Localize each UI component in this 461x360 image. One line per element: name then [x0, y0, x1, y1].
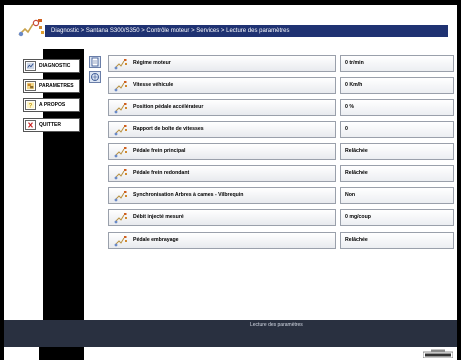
param-value: Relâchée	[340, 165, 454, 182]
param-value: 0 tr/min	[340, 55, 454, 72]
param-label: Régime moteur	[133, 60, 171, 66]
parameter-icon	[114, 236, 127, 247]
menu-item-quitter[interactable]: QUITTER	[23, 118, 80, 132]
param-label-cell: Débit injecté mesuré	[108, 209, 336, 226]
parameter-icon	[114, 213, 127, 224]
status-bar: Lecture des paramètres	[4, 320, 457, 347]
param-label: Synchronisation Arbres à cames - Vilbreq…	[133, 192, 244, 198]
menu-item-label: PARAMETRES	[39, 83, 74, 89]
parameter-icon	[114, 147, 127, 158]
param-label: Vitesse véhicule	[133, 82, 174, 88]
param-row: Pédale frein principal Relâchée	[108, 143, 454, 160]
close-icon	[25, 120, 36, 130]
param-label-cell: Pédale frein redondant	[108, 165, 336, 182]
param-label: Position pédale accélérateur	[133, 104, 204, 110]
parameter-icon	[114, 59, 127, 70]
menu-item-parametres[interactable]: PARAMETRES	[23, 79, 80, 93]
app-logo-icon	[18, 19, 44, 37]
parameter-icon	[114, 103, 127, 114]
tool-button-document[interactable]	[89, 56, 101, 68]
param-label-cell: Pédale embrayage	[108, 232, 336, 249]
menu-item-diagnostic[interactable]: DIAGNOSTIC	[23, 59, 80, 73]
diagnostic-icon	[25, 61, 36, 71]
app-header: Diagnostic > Santana S300/S350 > Contrôl…	[4, 5, 457, 50]
param-row: Régime moteur 0 tr/min	[108, 55, 454, 72]
menu-item-a-propos[interactable]: ? A PROPOS	[23, 98, 80, 112]
tool-button-network[interactable]	[89, 71, 101, 83]
parameter-icon	[114, 81, 127, 92]
param-row: Rapport de boîte de vitesses 0	[108, 121, 454, 138]
parameters-icon	[25, 81, 36, 91]
param-row: Synchronisation Arbres à cames - Vilbreq…	[108, 187, 454, 204]
param-label: Pédale embrayage	[133, 237, 179, 243]
param-label: Débit injecté mesuré	[133, 214, 184, 220]
param-value: 0 Km/h	[340, 77, 454, 94]
parameter-icon	[114, 169, 127, 180]
param-label-cell: Rapport de boîte de vitesses	[108, 121, 336, 138]
param-value: 0 mg/coup	[340, 209, 454, 226]
network-icon	[91, 73, 99, 81]
param-row: Pédale frein redondant Relâchée	[108, 165, 454, 182]
param-label-cell: Vitesse véhicule	[108, 77, 336, 94]
param-value: Non	[340, 187, 454, 204]
menu-item-label: A PROPOS	[39, 102, 66, 108]
document-icon	[91, 57, 99, 67]
question-icon: ?	[25, 100, 36, 110]
param-label: Rapport de boîte de vitesses	[133, 126, 204, 132]
breadcrumb: Diagnostic > Santana S300/S350 > Contrôl…	[45, 25, 448, 37]
menu-item-label: DIAGNOSTIC	[39, 63, 71, 69]
brand-logo-icon	[423, 349, 453, 358]
toolbar	[84, 49, 106, 320]
param-label: Pédale frein redondant	[133, 170, 190, 176]
menu-item-label: QUITTER	[39, 122, 61, 128]
parameter-icon	[114, 125, 127, 136]
window-frame-right	[457, 0, 461, 360]
param-label-cell: Synchronisation Arbres à cames - Vilbreq…	[108, 187, 336, 204]
param-row: Position pédale accélérateur 0 %	[108, 99, 454, 116]
param-row: Pédale embrayage Relâchée	[108, 232, 454, 249]
parameters-panel: Régime moteur 0 tr/min Vitesse véhicule …	[106, 49, 457, 320]
param-value: 0 %	[340, 99, 454, 116]
param-value: Relâchée	[340, 143, 454, 160]
param-value: 0	[340, 121, 454, 138]
param-label: Pédale frein principal	[133, 148, 186, 154]
param-value: Relâchée	[340, 232, 454, 249]
bottom-bar-stripe	[39, 347, 84, 360]
param-row: Vitesse véhicule 0 Km/h	[108, 77, 454, 94]
parameter-icon	[114, 191, 127, 202]
param-label-cell: Pédale frein principal	[108, 143, 336, 160]
status-text: Lecture des paramètres	[250, 322, 303, 328]
param-row: Débit injecté mesuré 0 mg/coup	[108, 209, 454, 226]
param-label-cell: Position pédale accélérateur	[108, 99, 336, 116]
param-label-cell: Régime moteur	[108, 55, 336, 72]
svg-text:?: ?	[29, 102, 33, 109]
